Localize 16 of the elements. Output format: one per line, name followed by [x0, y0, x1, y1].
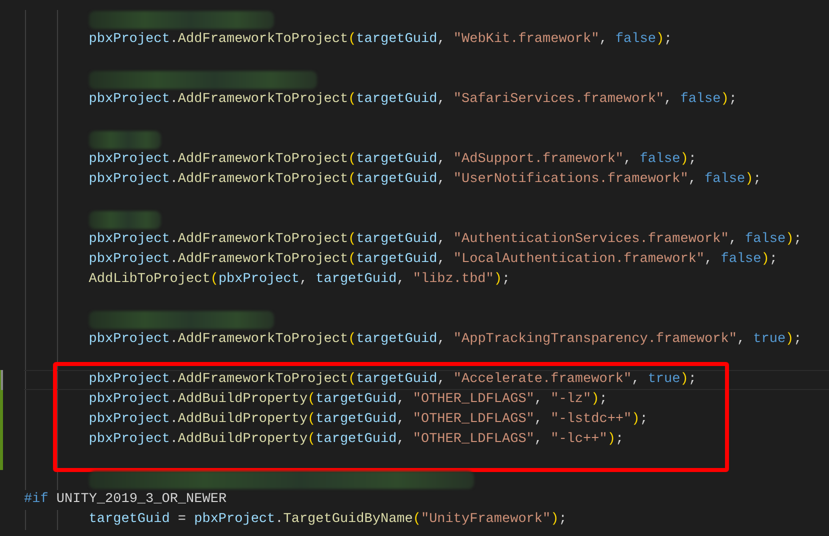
code-line: pbxProject.AddFrameworkToProject(targetGuid, "AppTrackingTransparency.framework", true); [88, 331, 802, 349]
indent-guide [25, 510, 26, 530]
code-line: pbxProject.AddFrameworkToProject(targetGuid, "SafariServices.framework", false); [88, 91, 737, 109]
code-line: pbxProject.AddBuildProperty(targetGuid, "OTHER_LDFLAGS", "-lstdc++"); [88, 411, 648, 429]
indent-guide [57, 510, 58, 530]
code-line: pbxProject.AddBuildProperty(targetGuid, "OTHER_LDFLAGS", "-lc++"); [88, 431, 624, 449]
preprocessor-line: #if UNITY_2019_3_OR_NEWER [24, 491, 227, 509]
code-line: pbxProject.AddFrameworkToProject(targetGuid, "LocalAuthentication.framework", false); [88, 251, 778, 269]
code-line: pbxProject.AddFrameworkToProject(targetGuid, "UserNotifications.framework", false); [88, 171, 762, 189]
code-line: pbxProject.AddFrameworkToProject(targetGuid, "Accelerate.framework", true); [88, 371, 696, 389]
code-line: pbxProject.AddFrameworkToProject(targetGuid, "WebKit.framework", false); [88, 31, 672, 49]
code-line: pbxProject.AddBuildProperty(targetGuid, "OTHER_LDFLAGS", "-lz"); [88, 391, 608, 409]
code-line: pbxProject.AddFrameworkToProject(targetGuid, "AdSupport.framework", false); [88, 151, 696, 169]
code-line: targetGuid = pbxProject.TargetGuidByName("UnityFramework"); [88, 511, 567, 529]
code-line: pbxProject.AddFrameworkToProject(targetGuid, "AuthenticationServices.framework", false); [88, 231, 802, 249]
code-line: AddLibToProject(pbxProject, targetGuid, "libz.tbd"); [88, 271, 510, 289]
